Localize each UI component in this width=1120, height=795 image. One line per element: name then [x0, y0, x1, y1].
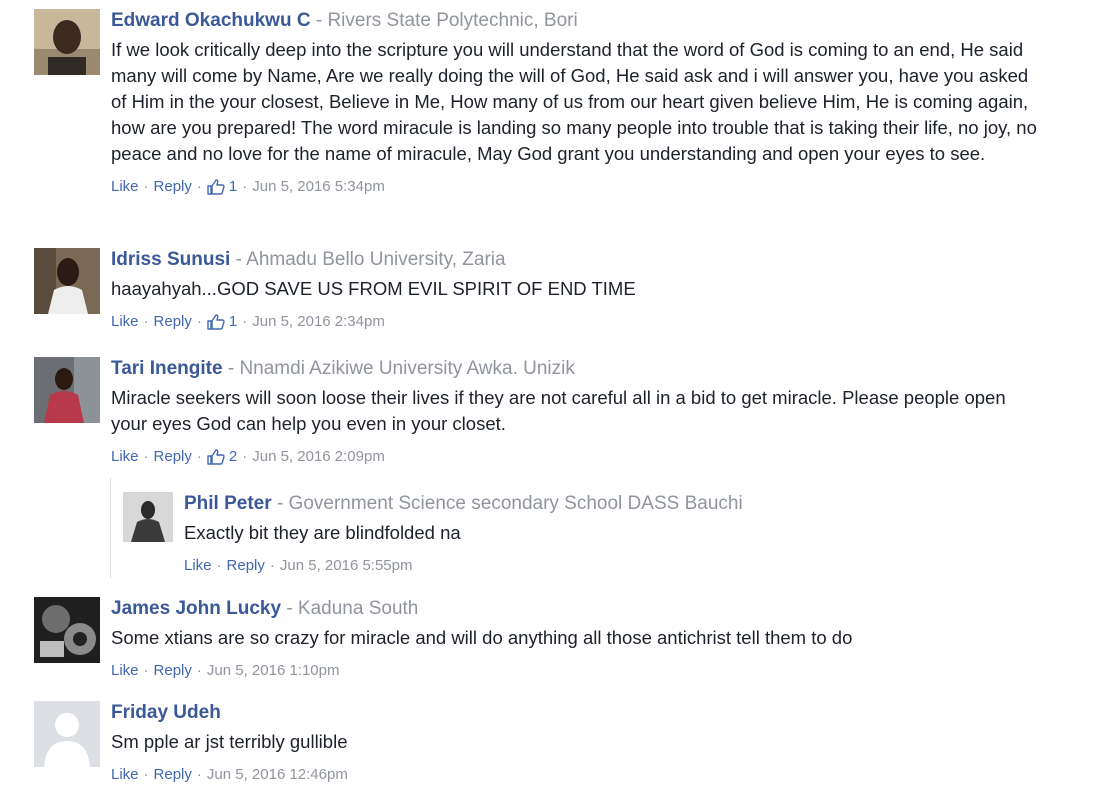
thumbs-up-icon: [207, 179, 225, 195]
like-button[interactable]: Like: [111, 765, 139, 785]
timestamp[interactable]: Jun 5, 2016 12:46pm: [207, 765, 348, 785]
separator: ·: [196, 662, 202, 679]
separator: ·: [216, 557, 222, 574]
separator: ·: [196, 313, 202, 330]
comments-list: Edward Okachukwu C - Rivers State Polyte…: [0, 0, 1120, 795]
author-affiliation[interactable]: Kaduna South: [298, 598, 418, 619]
like-count[interactable]: 2: [229, 447, 237, 467]
author-affiliation[interactable]: Rivers State Polytechnic, Bori: [327, 10, 577, 31]
separator: ·: [143, 766, 149, 783]
comment: Friday Udeh Sm pple ar jst terribly gull…: [0, 701, 1100, 791]
timestamp[interactable]: Jun 5, 2016 5:55pm: [280, 556, 413, 576]
separator: ·: [143, 448, 149, 465]
reply-button[interactable]: Reply: [154, 312, 192, 332]
author-name[interactable]: Idriss Sunusi: [111, 249, 230, 270]
separator: ·: [242, 448, 248, 465]
separator: ·: [196, 178, 202, 195]
comment-text: haayahyah...GOD SAVE US FROM EVIL SPIRIT…: [111, 278, 636, 299]
comment: James John Lucky - Kaduna South Some xti…: [0, 597, 1100, 687]
reply-button[interactable]: Reply: [154, 447, 192, 467]
like-button[interactable]: Like: [184, 556, 212, 576]
reply-button[interactable]: Reply: [227, 556, 265, 576]
timestamp[interactable]: Jun 5, 2016 2:34pm: [252, 312, 385, 332]
separator: ·: [196, 448, 202, 465]
like-button[interactable]: Like: [111, 661, 139, 681]
timestamp[interactable]: Jun 5, 2016 2:09pm: [252, 447, 385, 467]
author-name[interactable]: James John Lucky: [111, 598, 281, 619]
avatar[interactable]: [123, 492, 173, 542]
avatar[interactable]: [34, 248, 100, 314]
avatar[interactable]: [34, 701, 100, 767]
separator: -: [315, 10, 328, 31]
like-count[interactable]: 1: [229, 312, 237, 332]
separator: ·: [269, 557, 275, 574]
separator: -: [235, 249, 247, 270]
separator: ·: [143, 313, 149, 330]
reply-button[interactable]: Reply: [154, 765, 192, 785]
separator: ·: [143, 178, 149, 195]
thumbs-up-icon: [207, 314, 225, 330]
separator: -: [276, 493, 289, 514]
reply-button[interactable]: Reply: [154, 177, 192, 197]
comment: Tari Inengite - Nnamdi Azikiwe Universit…: [0, 357, 1100, 477]
separator: -: [227, 358, 240, 379]
timestamp[interactable]: Jun 5, 2016 1:10pm: [207, 661, 340, 681]
comment: Idriss Sunusi - Ahmadu Bello University,…: [0, 248, 1100, 338]
avatar[interactable]: [34, 597, 100, 663]
comment-text: Some xtians are so crazy for miracle and…: [111, 627, 853, 648]
comment-text: Exactly bit they are blindfolded na: [184, 522, 461, 543]
reply-comment: Phil Peter - Government Science secondar…: [0, 492, 1100, 582]
author-affiliation[interactable]: Ahmadu Bello University, Zaria: [246, 249, 505, 270]
like-button[interactable]: Like: [111, 312, 139, 332]
author-affiliation[interactable]: Nnamdi Azikiwe University Awka. Unizik: [239, 358, 574, 379]
reply-button[interactable]: Reply: [154, 661, 192, 681]
separator: ·: [143, 662, 149, 679]
separator: ·: [242, 178, 248, 195]
thumbs-up-icon: [207, 449, 225, 465]
author-name[interactable]: Phil Peter: [184, 493, 272, 514]
avatar[interactable]: [34, 9, 100, 75]
comment-text: Sm pple ar jst terribly gullible: [111, 731, 348, 752]
comment-text: Miracle seekers will soon loose their li…: [111, 387, 1006, 434]
separator: -: [286, 598, 298, 619]
timestamp[interactable]: Jun 5, 2016 5:34pm: [252, 177, 385, 197]
separator: ·: [242, 313, 248, 330]
like-button[interactable]: Like: [111, 177, 139, 197]
author-name[interactable]: Tari Inengite: [111, 358, 223, 379]
like-button[interactable]: Like: [111, 447, 139, 467]
separator: ·: [196, 766, 202, 783]
like-count[interactable]: 1: [229, 177, 237, 197]
avatar[interactable]: [34, 357, 100, 423]
author-affiliation[interactable]: Government Science secondary School DASS…: [289, 493, 743, 514]
author-name[interactable]: Friday Udeh: [111, 702, 221, 723]
author-name[interactable]: Edward Okachukwu C: [111, 10, 311, 31]
comment: Edward Okachukwu C - Rivers State Polyte…: [0, 9, 1100, 229]
comment-text: If we look critically deep into the scri…: [111, 39, 1037, 164]
